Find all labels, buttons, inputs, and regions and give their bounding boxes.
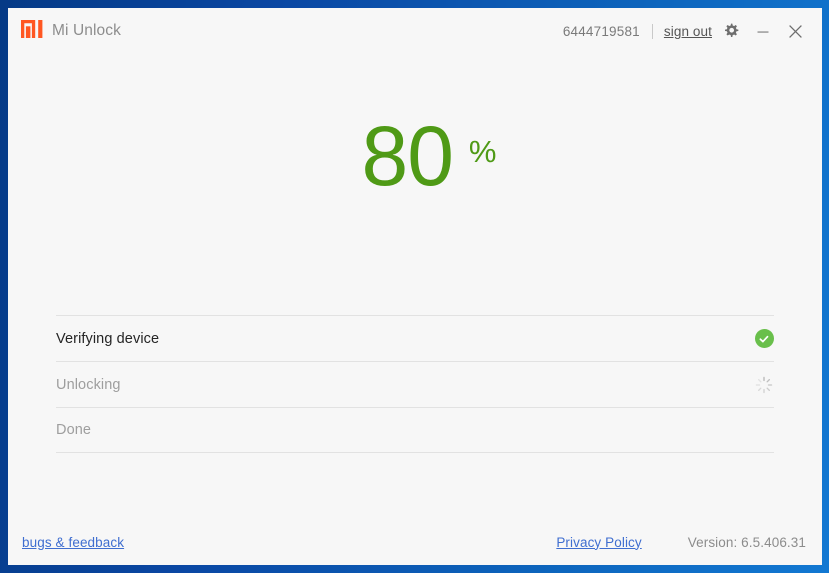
step-row: Verifying device — [56, 315, 774, 361]
window-body: Mi Unlock 6444719581 sign out 80 % Verif… — [8, 8, 822, 565]
close-icon[interactable] — [782, 18, 808, 44]
mi-logo-icon — [21, 19, 43, 43]
titlebar-actions: 6444719581 sign out — [563, 18, 808, 44]
progress-display: 80 % — [8, 109, 822, 228]
minimize-icon[interactable] — [750, 18, 776, 44]
step-label: Unlocking — [56, 376, 121, 393]
bugs-feedback-link[interactable]: bugs & feedback — [22, 535, 124, 550]
brand: Mi Unlock — [21, 19, 121, 43]
step-row: Unlocking — [56, 361, 774, 407]
progress-inner: 80 % — [361, 109, 497, 203]
footer-left: bugs & feedback — [22, 535, 124, 550]
step-status — [754, 420, 774, 440]
footer: bugs & feedback Privacy Policy Version: … — [22, 527, 808, 557]
account-id: 6444719581 — [562, 23, 640, 39]
step-label: Done — [56, 422, 92, 438]
check-circle-icon — [754, 329, 774, 348]
footer-right: Privacy Policy Version: 6.5.406.31 — [556, 535, 808, 550]
step-list: Verifying device Unlocking Done — [56, 315, 774, 453]
progress-value: 80 — [361, 109, 453, 203]
step-status — [754, 375, 774, 395]
sign-out-link[interactable]: sign out — [664, 24, 712, 39]
version-label: Version: 6.5.406.31 — [687, 534, 806, 550]
step-label: Verifying device — [56, 330, 160, 347]
titlebar: Mi Unlock 6444719581 sign out — [8, 8, 822, 54]
step-row: Done — [56, 407, 774, 453]
privacy-policy-link[interactable]: Privacy Policy — [556, 535, 641, 550]
divider — [651, 23, 653, 39]
spinner-icon — [755, 376, 773, 393]
app-window: Mi Unlock 6444719581 sign out 80 % Verif… — [0, 0, 829, 573]
progress-unit: % — [468, 134, 497, 169]
step-status — [754, 329, 774, 349]
gear-icon[interactable] — [718, 18, 744, 44]
app-title: Mi Unlock — [52, 22, 121, 40]
